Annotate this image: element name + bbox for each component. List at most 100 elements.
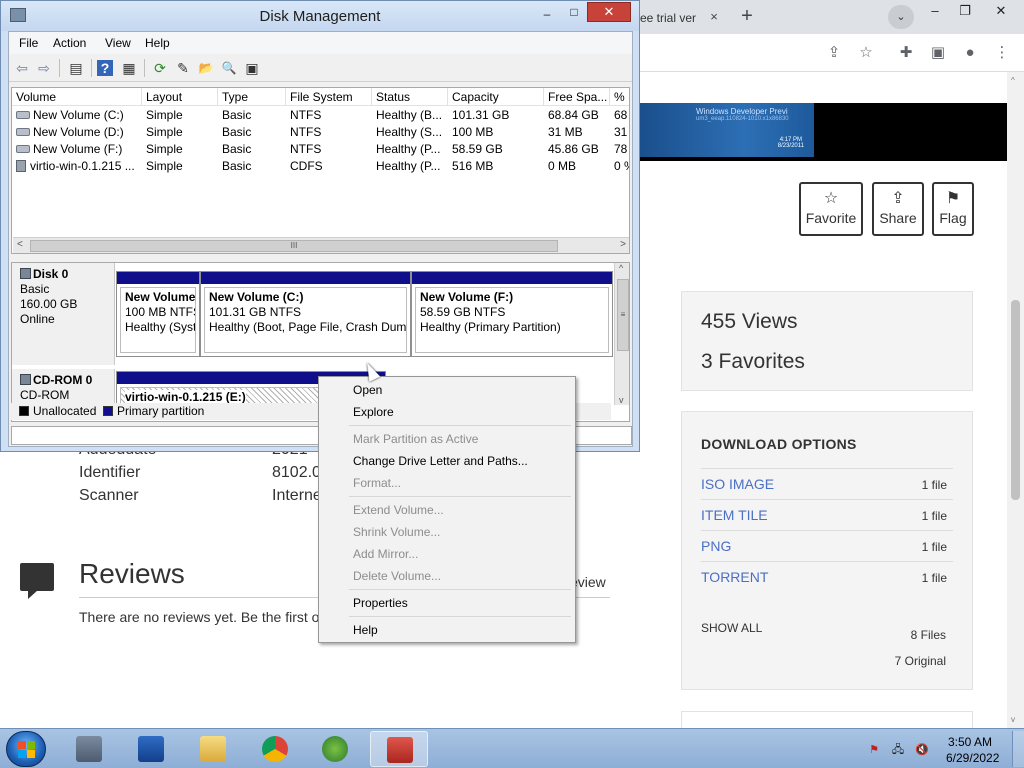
show-desktop-button[interactable] [1012,731,1024,767]
column-header-layout[interactable]: Layout [142,88,218,106]
tab-search-icon[interactable]: ⌄ [888,5,914,29]
menu-icon[interactable]: ⋮ [992,43,1012,63]
taskbar-powershell[interactable] [122,731,180,767]
vscroll-thumb[interactable]: ≡ [617,279,629,351]
taskbar-chrome[interactable] [246,731,304,767]
browser-scrollbar[interactable]: ^ v [1007,72,1024,728]
browser-close-button[interactable]: ✕ [986,2,1016,20]
explore-icon[interactable]: 🔍 [219,58,239,78]
clock-time[interactable]: 3:50 AM [948,735,992,749]
menu-file[interactable]: File [19,36,38,50]
scroll-up-icon[interactable]: ^ [1011,76,1015,85]
partition-c[interactable]: New Volume (C:) 101.31 GB NTFS Healthy (… [200,271,411,357]
browser-minimize-button[interactable]: – [920,2,950,20]
table-row[interactable]: New Volume (D:) Simple Basic NTFS Health… [12,124,629,141]
menu-item-add-mirror[interactable]: Add Mirror... [319,544,575,564]
scroll-down-icon[interactable]: v [1011,715,1015,724]
taskbar-server-manager[interactable] [60,731,118,767]
star-icon[interactable]: ☆ [856,43,876,63]
disk-map-vscrollbar[interactable]: ^ ≡ v [614,263,629,405]
download-row[interactable]: ITEM TILE 1 file [701,499,953,530]
back-arrow-icon[interactable]: ⇦ [12,58,32,78]
hscroll-thumb[interactable]: III [30,240,558,252]
extensions-icon[interactable]: ✚ [896,43,916,63]
original-count[interactable]: 7 Original [895,654,946,668]
column-header-volume[interactable]: Volume [12,88,142,106]
rescan-disks-icon[interactable]: ✎ [173,58,193,78]
scroll-down-icon[interactable]: v [619,395,624,405]
download-row[interactable]: PNG 1 file [701,530,953,561]
tab-close-icon[interactable]: × [706,9,722,25]
menu-item-help[interactable]: Help [319,620,575,640]
scroll-left-icon[interactable]: < [17,239,23,250]
item-image-banner[interactable]: Windows Developer Previ um3_eeap.110824-… [636,103,1007,161]
partition-system-reserved[interactable]: New Volume 100 MB NTFS Healthy (Syst [116,271,200,357]
share-icon[interactable]: ⇪ [824,43,844,63]
properties-icon[interactable]: ▦ [119,58,139,78]
menu-item-properties[interactable]: Properties [319,593,575,613]
menu-item-format[interactable]: Format... [319,473,575,493]
download-link[interactable]: ITEM TILE [701,507,768,523]
menu-action[interactable]: Action [53,36,86,50]
files-count[interactable]: 8 Files [911,628,946,642]
download-row[interactable]: ISO IMAGE 1 file [701,468,953,499]
start-button[interactable] [6,731,46,767]
download-link[interactable]: ISO IMAGE [701,476,774,492]
favorite-button[interactable]: ☆ Favorite [799,182,863,236]
menu-item-explore[interactable]: Explore [319,402,575,422]
share-button[interactable]: ⇪ Share [872,182,924,236]
column-header-status[interactable]: Status [372,88,448,106]
column-header-capacity[interactable]: Capacity [448,88,544,106]
cdrom-0-label[interactable]: CD-ROM 0 CD-ROM [12,369,115,405]
column-header-percent-free[interactable]: % F [610,88,629,106]
table-row[interactable]: virtio-win-0.1.215 ... Simple Basic CDFS… [12,158,629,175]
show-all-link[interactable]: SHOW ALL [701,621,762,635]
new-tab-icon[interactable]: + [736,6,758,28]
browser-scroll-thumb[interactable] [1011,300,1020,500]
download-link[interactable]: PNG [701,538,731,554]
scroll-up-icon[interactable]: ^ [619,263,623,273]
disk-0-label[interactable]: Disk 0 Basic 160.00 GB Online [12,263,115,365]
download-row[interactable]: TORRENT 1 file [701,561,953,592]
menu-item-change-drive-letter[interactable]: Change Drive Letter and Paths... [319,451,575,471]
menu-item-shrink-volume[interactable]: Shrink Volume... [319,522,575,542]
download-link[interactable]: TORRENT [701,569,768,585]
refresh-icon[interactable]: ⟳ [150,58,170,78]
column-header-file-system[interactable]: File System [286,88,372,106]
open-icon[interactable]: 📂 [196,58,216,78]
volume-icon[interactable]: 🔇 [914,743,930,757]
menu-item-open[interactable]: Open [319,380,575,400]
table-row[interactable]: New Volume (F:) Simple Basic NTFS Health… [12,141,629,158]
partition-details: New Volume (C:) 101.31 GB NTFS Healthy (… [204,287,407,353]
minimize-button[interactable]: – [537,7,557,21]
menu-item-delete-volume[interactable]: Delete Volume... [319,566,575,586]
taskbar-disk-management[interactable] [370,731,428,767]
help-icon[interactable]: ? [97,60,113,76]
menu-view[interactable]: View [105,36,131,50]
network-icon[interactable]: 🖧 [890,743,906,757]
menu-item-mark-active[interactable]: Mark Partition as Active [319,429,575,449]
settings-icon[interactable]: ▣ [242,58,262,78]
close-button[interactable]: ✕ [587,2,631,22]
taskbar-file-explorer[interactable] [184,731,242,767]
column-header-type[interactable]: Type [218,88,286,106]
volume-list-hscrollbar[interactable]: < III > [13,237,629,253]
column-header-free-space[interactable]: Free Spa... [544,88,610,106]
profile-icon[interactable]: ● [960,43,980,63]
menu-item-extend-volume[interactable]: Extend Volume... [319,500,575,520]
forward-arrow-icon[interactable]: ⇨ [34,58,54,78]
sidepanel-icon[interactable]: ▣ [928,43,948,63]
taskbar-download-manager[interactable] [306,731,364,767]
console-tree-icon[interactable]: ▤ [66,58,86,78]
maximize-button[interactable]: □ [564,5,584,19]
clock-date[interactable]: 6/29/2022 [946,751,999,765]
action-center-icon[interactable]: ⚑ [866,743,882,757]
scroll-right-icon[interactable]: > [620,239,626,250]
flag-button[interactable]: ⚑ Flag [932,182,974,236]
table-row[interactable]: New Volume (C:) Simple Basic NTFS Health… [12,107,629,124]
volume-list[interactable]: Volume Layout Type File System Status Ca… [11,87,630,254]
browser-maximize-button[interactable]: ❐ [950,2,980,20]
disk-management-titlebar[interactable]: Disk Management – □ ✕ [1,1,639,31]
menu-help[interactable]: Help [145,36,170,50]
partition-f[interactable]: New Volume (F:) 58.59 GB NTFS Healthy (P… [411,271,613,357]
